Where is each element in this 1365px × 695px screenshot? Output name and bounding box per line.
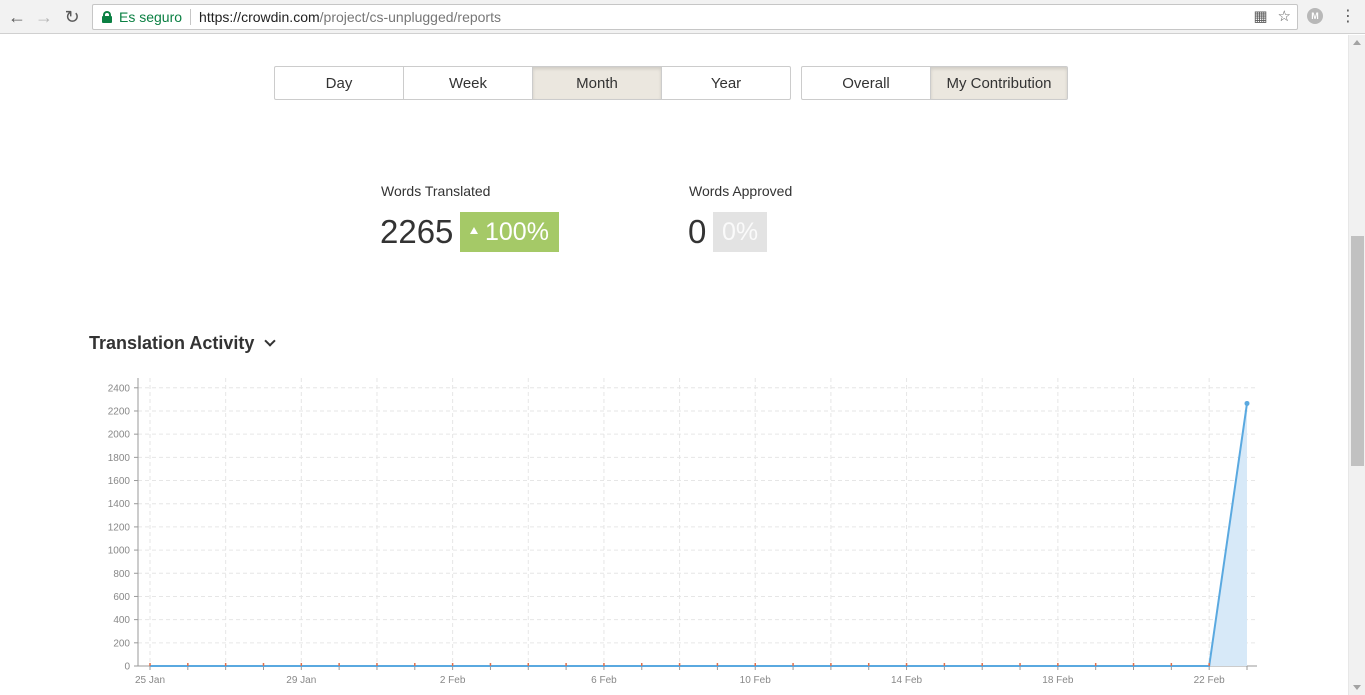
page-scrollbar[interactable] <box>1348 35 1365 695</box>
y-tick-label: 800 <box>113 569 130 580</box>
period-week-button[interactable]: Week <box>403 66 533 100</box>
period-day-button[interactable]: Day <box>274 66 404 100</box>
words-approved-value: 0 <box>688 213 707 250</box>
x-tick-label: 18 Feb <box>1042 675 1074 686</box>
y-tick-label: 0 <box>124 662 130 673</box>
browser-toolbar: ← → ↻ Es seguro https://crowdin.com/proj… <box>0 0 1365 34</box>
scope-my-contribution-button[interactable]: My Contribution <box>930 66 1068 100</box>
extension-icon[interactable]: M <box>1307 8 1323 24</box>
address-separator <box>190 9 192 25</box>
bookmark-star-icon[interactable]: ☆ <box>1278 7 1291 25</box>
y-tick-label: 1800 <box>108 453 131 464</box>
data-point-marker <box>1244 400 1250 406</box>
words-approved-label: Words Approved <box>689 183 793 199</box>
url-host: https://crowdin.com <box>199 9 320 25</box>
lock-icon <box>102 11 112 23</box>
url-path: /project/cs-unplugged/reports <box>319 9 501 25</box>
back-icon[interactable]: ← <box>6 6 28 28</box>
chevron-down-icon <box>264 335 277 347</box>
translate-icon[interactable]: ▦ <box>1253 7 1267 25</box>
period-month-button[interactable]: Month <box>532 66 662 100</box>
words-translated-change: 100% <box>485 217 549 246</box>
x-tick-label: 10 Feb <box>740 675 772 686</box>
x-tick-label: 6 Feb <box>591 675 617 686</box>
words-translated-label: Words Translated <box>381 183 491 199</box>
x-tick-label: 29 Jan <box>286 675 316 686</box>
address-bar[interactable]: Es seguro https://crowdin.com/project/cs… <box>92 4 1298 30</box>
y-tick-label: 1200 <box>108 522 131 533</box>
translation-activity-chart: 0 200 400 600 800 1000 1200 1400 1600 1800 2000 220… <box>108 378 1257 686</box>
secure-label: Es seguro <box>119 9 183 25</box>
y-tick-label: 200 <box>113 638 130 649</box>
scope-selector: Overall My Contribution <box>801 66 1068 100</box>
period-selector: Day Week Month Year <box>274 66 791 100</box>
reload-icon[interactable]: ↻ <box>61 6 83 28</box>
y-tick-label: 1000 <box>108 546 131 557</box>
scope-overall-button[interactable]: Overall <box>801 66 931 100</box>
y-tick-label: 400 <box>113 615 130 626</box>
y-tick-label: 1400 <box>108 499 131 510</box>
browser-menu-icon[interactable]: ⋮ <box>1340 6 1356 26</box>
x-tick-label: 25 Jan <box>135 675 165 686</box>
words-approved-change-badge: 0% <box>713 212 768 252</box>
y-tick-label: 1600 <box>108 476 131 487</box>
scroll-up-icon[interactable] <box>1353 40 1361 45</box>
y-tick-label: 2200 <box>108 406 131 417</box>
forward-icon[interactable]: → <box>33 6 55 28</box>
translation-activity-dropdown[interactable]: Translation Activity <box>89 333 277 354</box>
series-area <box>150 403 1247 666</box>
y-tick-label: 2000 <box>108 430 131 441</box>
words-translated-value: 2265 <box>380 213 454 250</box>
y-tick-label: 2400 <box>108 383 131 394</box>
scroll-down-icon[interactable] <box>1353 685 1361 690</box>
x-tick-label: 14 Feb <box>891 675 923 686</box>
x-tick-label: 22 Feb <box>1194 675 1226 686</box>
arrow-up-icon <box>470 226 478 234</box>
words-translated-change-badge: 100% <box>460 212 559 252</box>
x-tick-label: 2 Feb <box>440 675 466 686</box>
scrollbar-thumb[interactable] <box>1351 236 1364 466</box>
y-tick-label: 600 <box>113 592 130 603</box>
section-title: Translation Activity <box>89 333 255 353</box>
words-approved-change: 0% <box>722 217 759 246</box>
period-year-button[interactable]: Year <box>661 66 791 100</box>
series-line <box>150 403 1248 667</box>
